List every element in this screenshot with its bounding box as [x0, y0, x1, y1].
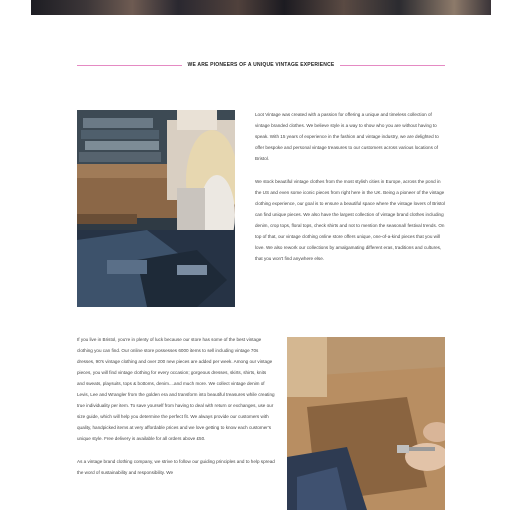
section-heading: WE ARE PIONEERS OF A UNIQUE VINTAGE EXPE…: [77, 60, 445, 70]
heading-divider-right: [340, 64, 445, 66]
heading-divider-left: [77, 64, 182, 66]
section-heading-text: WE ARE PIONEERS OF A UNIQUE VINTAGE EXPE…: [187, 62, 335, 68]
bristol-paragraph-2: As a vintage brand clothing company, we …: [77, 459, 275, 475]
bristol-paragraph-1: If you live in Bristol, you're in plenty…: [77, 337, 275, 441]
intro-paragraph-1: Loot Vintage was created with a passion …: [255, 112, 439, 161]
bristol-text-block: If you live in Bristol, you're in plenty…: [77, 334, 275, 490]
intro-text-block: Loot Vintage was created with a passion …: [255, 109, 447, 276]
top-banner-image: [31, 0, 491, 15]
intro-paragraph-2: We stock beautiful vintage clothes from …: [255, 179, 445, 261]
tailor-cutting-fabric-photo: [287, 337, 445, 510]
sewing-machine-photo: [77, 110, 235, 307]
